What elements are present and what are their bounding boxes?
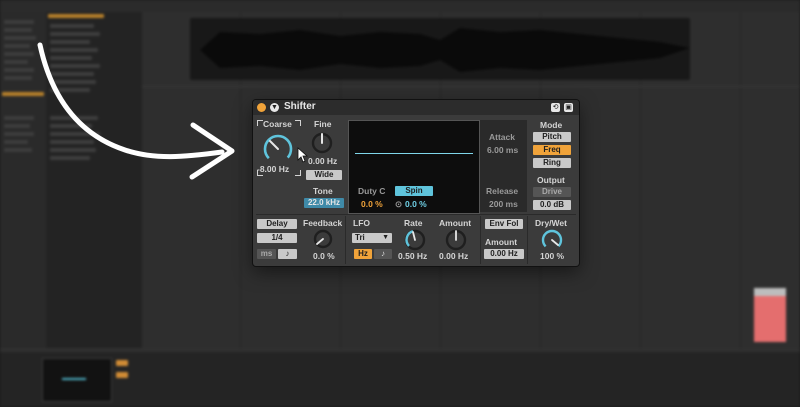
lfo-amount-label: Amount	[439, 218, 472, 228]
device-thumbnail	[42, 358, 112, 402]
lfo-label: LFO	[353, 218, 370, 228]
fine-label: Fine	[314, 119, 332, 129]
lfo-rate-value[interactable]: 0.50 Hz	[398, 251, 427, 261]
dry-wet-value[interactable]: 100 %	[540, 251, 564, 261]
envelope-panel: Attack 6.00 ms Release 200 ms	[480, 120, 527, 212]
browser-sidebar	[0, 12, 46, 352]
lfo-rate-label: Rate	[404, 218, 423, 228]
display-waveform-line	[355, 153, 473, 154]
feedback-label: Feedback	[303, 218, 343, 228]
tone-label: Tone	[313, 186, 333, 196]
lfo-sync-button[interactable]: ♪	[374, 249, 392, 259]
lfo-waveform-value: Tri	[355, 233, 365, 242]
delay-button[interactable]: Delay	[257, 219, 297, 229]
output-gain-value[interactable]: 0.0 dB	[533, 200, 571, 210]
attack-value[interactable]: 6.00 ms	[487, 145, 518, 155]
shifter-display[interactable]: Duty C Spin 0.0 % ⊙ 0.0 %	[348, 120, 480, 214]
output-label: Output	[537, 175, 565, 185]
coarse-label: Coarse	[263, 119, 292, 129]
spin-phase-icon: ⊙	[395, 199, 403, 209]
release-label: Release	[486, 186, 519, 196]
mode-freq-button[interactable]: Freq	[533, 145, 571, 155]
lfo-hz-button[interactable]: Hz	[354, 249, 372, 259]
device-title-bar[interactable]: ▼ Shifter ⟲ ▣	[253, 100, 579, 115]
duty-cycle-label: Duty C	[358, 186, 386, 196]
coarse-knob[interactable]	[261, 132, 295, 166]
feedback-value[interactable]: 0.0 %	[313, 251, 335, 261]
shifter-device: ▼ Shifter ⟲ ▣ Coarse -8.00 Hz Fine 0.00 …	[253, 100, 579, 266]
env-follow-button[interactable]: Env Fol	[485, 219, 523, 229]
mouse-cursor-icon	[297, 147, 309, 163]
clip-red	[754, 296, 786, 342]
delay-sync-button[interactable]: ♪	[278, 249, 297, 259]
lfo-amount-value[interactable]: 0.00 Hz	[439, 251, 468, 261]
tone-value[interactable]: 22.0 kHz	[304, 198, 344, 208]
release-value[interactable]: 200 ms	[489, 199, 518, 209]
duty-cycle-value[interactable]: 0.0 %	[361, 199, 383, 209]
fine-knob[interactable]	[310, 131, 334, 155]
lfo-waveform-select[interactable]: Tri ▼	[352, 233, 392, 243]
mode-label: Mode	[540, 120, 563, 130]
dry-wet-label: Dry/Wet	[535, 218, 567, 228]
spin-value[interactable]: 0.0 %	[405, 199, 427, 209]
attack-label: Attack	[489, 132, 515, 142]
env-amount-label: Amount	[485, 237, 518, 247]
power-icon[interactable]	[257, 103, 266, 112]
fold-icon[interactable]: ▼	[270, 103, 279, 112]
wide-button[interactable]: Wide	[306, 170, 342, 180]
lfo-rate-knob[interactable]	[403, 228, 427, 252]
mode-pitch-button[interactable]: Pitch	[533, 132, 571, 142]
spin-button[interactable]: Spin	[395, 186, 433, 196]
waveform	[200, 28, 690, 72]
fine-value[interactable]: 0.00 Hz	[308, 156, 337, 166]
dry-wet-knob[interactable]	[540, 228, 564, 252]
save-preset-icon[interactable]: ▣	[564, 103, 573, 112]
device-title: Shifter	[284, 101, 316, 112]
browser-list	[46, 12, 142, 352]
chevron-down-icon: ▼	[382, 234, 389, 241]
delay-time-value[interactable]: 1/4	[257, 233, 297, 243]
feedback-knob[interactable]	[312, 228, 334, 250]
top-bar	[0, 0, 800, 12]
mode-ring-button[interactable]: Ring	[533, 158, 571, 168]
delay-ms-button[interactable]: ms	[257, 249, 276, 259]
env-amount-value[interactable]: 0.00 Hz	[484, 249, 524, 259]
drive-button[interactable]: Drive	[533, 187, 571, 197]
hot-swap-icon[interactable]: ⟲	[551, 103, 560, 112]
lfo-amount-knob[interactable]	[444, 228, 468, 252]
